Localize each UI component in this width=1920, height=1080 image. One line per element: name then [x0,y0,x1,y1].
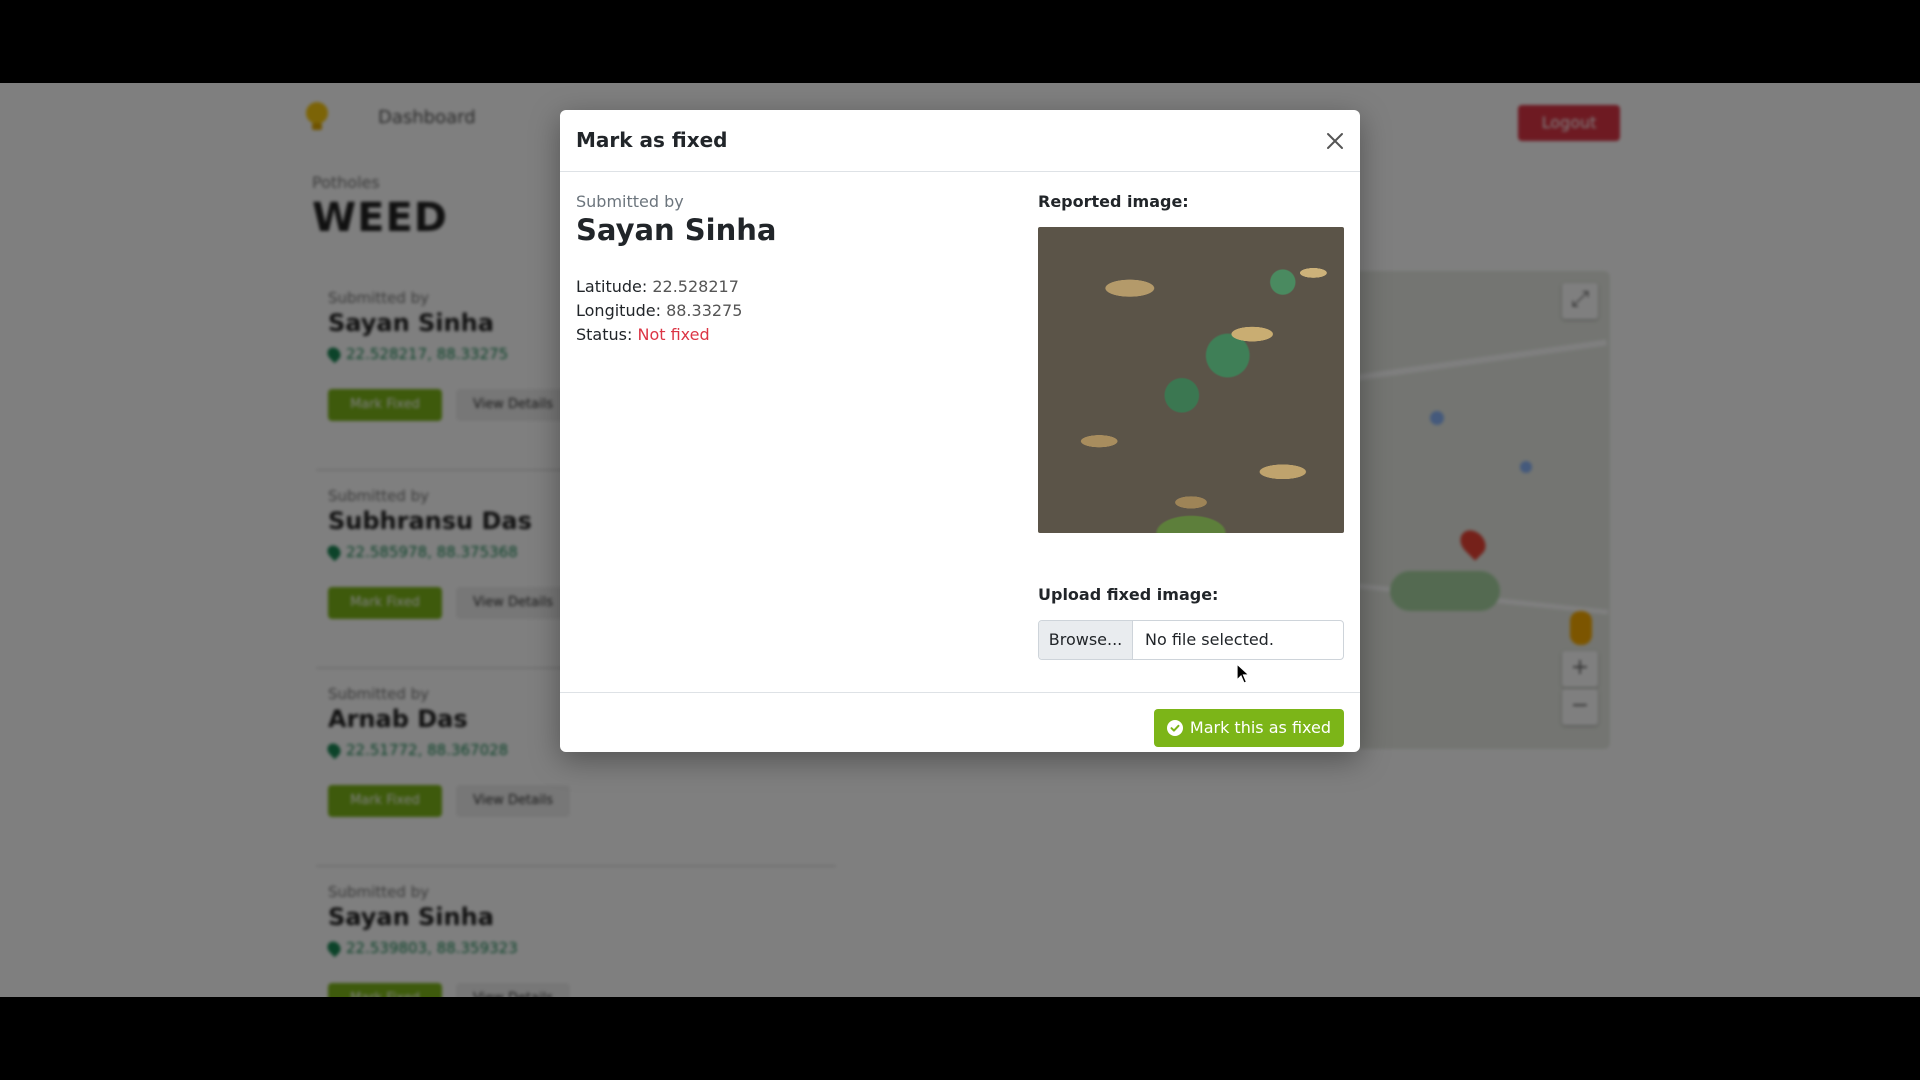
close-icon [1327,133,1343,149]
longitude-value: 88.33275 [666,301,743,320]
latitude-row: Latitude: 22.528217 [576,275,1016,299]
browse-button[interactable]: Browse... [1039,621,1133,659]
upload-fixed-image-label: Upload fixed image: [1038,585,1219,604]
browser-viewport: Dashboard Logout Potholes WEED Submitted… [0,83,1920,997]
reported-image-label: Reported image: [1038,192,1189,211]
selected-file-name: No file selected. [1145,630,1274,649]
modal-header: Mark as fixed [560,110,1360,172]
status-label: Status: [576,325,633,344]
submitter-name: Sayan Sinha [576,213,777,247]
check-circle-icon [1166,720,1183,736]
report-info: Latitude: 22.528217 Longitude: 88.33275 … [576,275,1016,347]
cursor-icon [1236,663,1251,684]
submitted-by-label: Submitted by [576,192,684,211]
close-button[interactable] [1322,128,1348,154]
image-section: Reported image: Upload fixed image: Brow… [1038,192,1344,660]
latitude-value: 22.528217 [652,277,739,296]
longitude-label: Longitude: [576,301,661,320]
modal-body: Submitted by Sayan Sinha Latitude: 22.52… [560,172,1360,692]
reported-image [1038,227,1344,533]
report-details: Submitted by Sayan Sinha Latitude: 22.52… [576,192,1016,347]
status-value: Not fixed [637,325,710,344]
status-row: Status: Not fixed [576,323,1016,347]
longitude-row: Longitude: 88.33275 [576,299,1016,323]
mark-this-as-fixed-button[interactable]: Mark this as fixed [1153,709,1344,747]
latitude-label: Latitude: [576,277,648,296]
modal-title: Mark as fixed [576,128,728,152]
mark-fixed-modal: Mark as fixed Submitted by Sayan Sinha L… [560,110,1360,752]
video-frame: Dashboard Logout Potholes WEED Submitted… [0,0,1920,1080]
file-upload-input[interactable]: Browse... No file selected. [1038,620,1344,660]
modal-footer: Mark this as fixed [560,692,1360,752]
mark-this-as-fixed-label: Mark this as fixed [1189,718,1331,737]
